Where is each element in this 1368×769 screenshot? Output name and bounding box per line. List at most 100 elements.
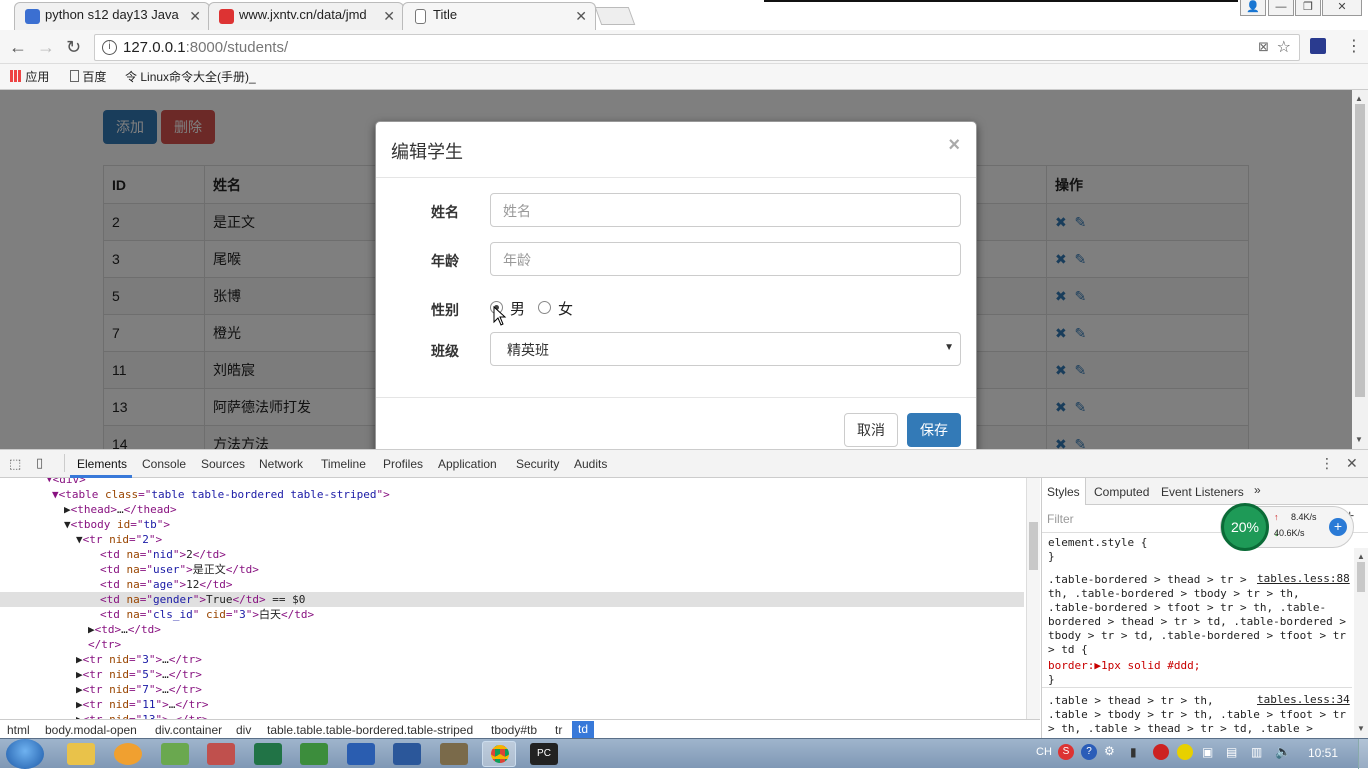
age-input[interactable]: 年龄 [490,242,961,276]
tab-python-day13[interactable]: python s12 day13 Java ✕ [14,2,210,30]
breadcrumb-item[interactable]: td [572,721,595,738]
style-source-link[interactable]: tables.less:34 [1257,693,1350,706]
paint-icon[interactable] [207,743,235,765]
close-window-button[interactable]: ✕ [1322,0,1362,16]
volume-icon[interactable]: 🔈 [1275,744,1291,760]
breadcrumb-item[interactable]: tbody#tb [491,723,537,737]
gender-female-radio[interactable] [538,301,551,314]
user-icon[interactable]: 👤 [1240,0,1266,16]
tree-node[interactable]: <td na="age">12</td> [0,577,1024,592]
settings-icon[interactable]: ⚙ [1104,744,1115,758]
breadcrumb-item[interactable]: div [236,723,251,737]
language-indicator[interactable]: CH [1036,746,1052,758]
tree-node[interactable]: <td na="cls_id" cid="3">白天</td> [0,607,1024,622]
sogou-icon[interactable]: S [1058,744,1074,760]
file-explorer-icon[interactable] [67,743,95,765]
elements-scrollbar[interactable] [1026,478,1040,719]
breadcrumb-item[interactable]: body.modal-open [45,723,137,737]
name-input[interactable]: 姓名 [490,193,961,227]
tree-node[interactable]: ▶<tr nid="13">…</tr> [0,712,1024,719]
add-widget-icon[interactable]: + [1329,518,1347,536]
styles-filter-input[interactable]: Filter [1047,512,1074,526]
tree-node[interactable]: ▶<tr nid="3">…</tr> [0,652,1024,667]
page-scrollbar[interactable]: ▲ ▼ [1352,90,1368,449]
menu-icon[interactable]: ⋮ [1346,36,1362,56]
breadcrumb-item[interactable]: html [7,723,30,737]
tab-computed[interactable]: Computed [1094,485,1149,499]
tab-event-listeners[interactable]: Event Listeners [1161,485,1244,499]
network-icon[interactable]: ▤ [1226,745,1237,759]
style-source-link[interactable]: tables.less:88 [1257,572,1350,585]
tree-node[interactable]: ▶<td>…</td> [0,622,1024,637]
tree-node[interactable]: </tr> [0,637,1024,652]
show-desktop-button[interactable] [1358,739,1368,769]
close-icon[interactable]: × [948,134,960,157]
styles-scrollbar[interactable]: ▲ ▼ [1354,548,1368,738]
breadcrumb-item[interactable]: tr [555,723,562,737]
tray-app-icon[interactable]: ▮ [1130,745,1137,759]
translate-icon[interactable]: ⊠ [1258,39,1269,55]
qq-icon[interactable] [114,743,142,765]
cancel-button[interactable]: 取消 [844,413,898,447]
bookmark-linux[interactable]: 令 Linux命令大全(手册)_ [125,68,256,85]
tab-console[interactable]: Console [142,457,186,471]
tree-node[interactable]: ▶<thead>…</thead> [0,502,1024,517]
tray-plus-icon[interactable] [1177,744,1193,760]
tray-window-icon[interactable]: ▣ [1202,745,1213,759]
tree-node[interactable]: <td na="nid">2</td> [0,547,1024,562]
record-icon[interactable] [1153,744,1169,760]
help-icon[interactable]: ? [1081,744,1097,760]
bookmark-baidu[interactable]: 百度 [70,68,106,85]
tree-node[interactable]: ▼<table class="table table-bordered tabl… [0,487,1024,502]
new-tab-button[interactable] [594,7,636,25]
tab-timeline[interactable]: Timeline [321,457,366,471]
tab-styles[interactable]: Styles [1042,478,1086,505]
info-icon[interactable]: i [102,40,117,55]
notepad-icon[interactable] [161,743,189,765]
camtasia-icon[interactable] [300,743,328,765]
tree-node[interactable]: ▶<tr nid="7">…</tr> [0,682,1024,697]
tree-node[interactable]: <td na="user">是正文</td> [0,562,1024,577]
tree-node[interactable]: ▶<tr nid="11">…</tr> [0,697,1024,712]
tree-node[interactable]: <td na="gender">True</td> == $0 [0,592,1024,607]
tab-jxntv[interactable]: www.jxntv.cn/data/jmd ✕ [208,2,404,30]
tab-elements[interactable]: Elements [77,457,127,471]
reload-icon[interactable]: ↻ [66,37,81,58]
word-icon[interactable] [393,743,421,765]
tab-network[interactable]: Network [259,457,303,471]
restore-button[interactable]: ❐ [1295,0,1321,16]
tab-sources[interactable]: Sources [201,457,245,471]
excel-icon[interactable] [254,743,282,765]
address-bar[interactable]: i 127.0.0.1:8000/students/ ⊠ ☆ [94,34,1300,61]
close-devtools-icon[interactable]: ✕ [1346,455,1358,472]
star-icon[interactable]: ☆ [1277,37,1291,57]
breadcrumb-item[interactable]: div.container [155,723,222,737]
pycharm-icon[interactable]: PC [530,743,558,765]
scrollbar-thumb[interactable] [1355,104,1365,397]
extension-icon[interactable] [1310,38,1326,54]
tree-node[interactable]: ▼<tbody id="tb"> [0,517,1024,532]
display-icon[interactable]: ▥ [1251,745,1262,759]
tab-audits[interactable]: Audits [574,457,607,471]
tab-profiles[interactable]: Profiles [383,457,423,471]
breadcrumb-item[interactable]: table.table.table-bordered.table-striped [267,723,473,737]
scroll-up-icon[interactable]: ▲ [1357,552,1365,561]
scroll-down-icon[interactable]: ▼ [1355,435,1363,444]
scroll-down-icon[interactable]: ▼ [1357,724,1365,733]
save-button[interactable]: 保存 [907,413,961,447]
minimize-button[interactable]: — [1268,0,1294,16]
class-select[interactable]: 精英班 ▼ [490,332,961,366]
tab-title-page[interactable]: Title ✕ [402,2,596,30]
close-icon[interactable]: ✕ [189,8,201,25]
tools-icon[interactable] [440,743,468,765]
tree-node[interactable]: ▶<tr nid="5">…</tr> [0,667,1024,682]
forward-icon[interactable]: → [37,37,55,58]
tree-node[interactable]: ▼<tr nid="2"> [0,532,1024,547]
more-tabs-icon[interactable]: » [1254,483,1261,497]
close-icon[interactable]: ✕ [383,8,395,25]
scrollbar-thumb[interactable] [1029,522,1038,570]
inspect-icon[interactable]: ⬚ [9,456,21,472]
network-speed-widget[interactable]: 20% ↑ 8.4K/s ↓ 40.6K/s + [1220,503,1354,551]
scroll-up-icon[interactable]: ▲ [1355,94,1363,103]
save-app-icon[interactable] [347,743,375,765]
